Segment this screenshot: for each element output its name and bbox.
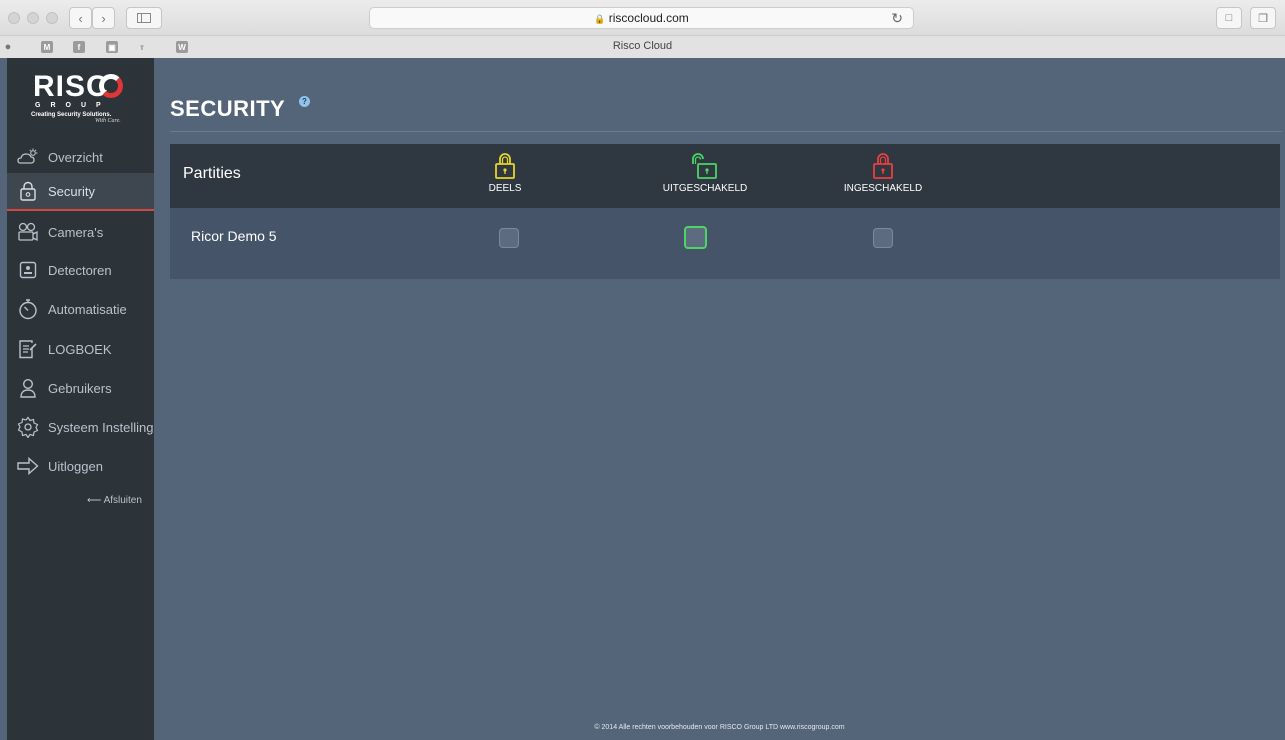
close-sidebar-link[interactable]: ⟵ Afsluiten xyxy=(87,495,142,506)
title-divider xyxy=(170,131,1282,132)
logo-group-text: GROUP xyxy=(35,102,111,109)
sidebar-item-label: Detectoren xyxy=(48,262,112,278)
partition-deels-checkbox[interactable] xyxy=(499,228,519,248)
zoom-window-button[interactable] xyxy=(46,12,58,24)
tabs-overview-button[interactable]: ❐ xyxy=(1250,7,1276,29)
cloud-sun-icon xyxy=(17,146,39,168)
partitions-header: Partities DEELS UITGESCHAKELD INGESCHAKE… xyxy=(170,144,1280,208)
partition-uitgeschakeld-checkbox[interactable] xyxy=(684,226,707,249)
sidebar-item-label: Automatisatie xyxy=(48,301,127,317)
logo-wordmark: RISC xyxy=(33,70,109,103)
reload-icon[interactable]: ↻ xyxy=(891,8,903,28)
minimize-window-button[interactable] xyxy=(27,12,39,24)
chevron-right-icon: › xyxy=(101,10,106,26)
sidebar-item-automatisatie[interactable]: Automatisatie xyxy=(7,290,154,328)
sidebar: RISC GROUP Creating Security Solutions. … xyxy=(7,58,154,740)
timer-icon xyxy=(17,298,39,320)
sidebar-item-cameras[interactable]: Camera's xyxy=(7,213,154,251)
state-label: DEELS xyxy=(488,183,522,194)
padlock-red-icon xyxy=(873,153,893,179)
logo-swirl-icon xyxy=(99,74,123,98)
url-text: riscocloud.com xyxy=(608,11,689,25)
partition-name: Ricor Demo 5 xyxy=(191,228,277,244)
footer-copyright: © 2014 Alle rechten voorbehouden voor RI… xyxy=(594,724,845,731)
sidebar-item-label: Security xyxy=(48,183,95,199)
state-deels-header[interactable]: DEELS xyxy=(480,152,530,194)
sidebar-item-gebruikers[interactable]: Gebruikers xyxy=(7,369,154,407)
sidebar-item-label: Uitloggen xyxy=(48,458,103,474)
logo-care-text: With Care. xyxy=(95,118,121,124)
sidebar-item-label: LOGBOEK xyxy=(48,341,112,357)
state-label: INGESCHAKELD xyxy=(843,183,923,194)
sidebar-icon xyxy=(137,13,151,23)
sidebar-item-overzicht[interactable]: Overzicht xyxy=(7,138,154,176)
lock-icon: 🔒 xyxy=(594,14,606,24)
state-label: UITGESCHAKELD xyxy=(662,183,748,194)
sidebar-item-label: Camera's xyxy=(48,224,104,240)
partitions-title: Partities xyxy=(183,165,241,182)
risco-logo[interactable]: RISC GROUP Creating Security Solutions. … xyxy=(7,58,154,136)
sidebar-item-detectoren[interactable]: Detectoren xyxy=(7,251,154,289)
tab-title: Risco Cloud xyxy=(612,40,673,52)
camera-icon xyxy=(17,221,39,243)
partition-ingeschakeld-checkbox[interactable] xyxy=(873,228,893,248)
padlock-yellow-icon xyxy=(495,153,515,179)
logout-arrow-icon xyxy=(17,455,39,477)
sidebar-toggle-button[interactable] xyxy=(126,7,162,29)
sidebar-item-label: Overzicht xyxy=(48,149,103,165)
share-icon: □ xyxy=(1225,12,1233,24)
detector-icon xyxy=(17,259,39,281)
main-content: SECURITY ? Partities DEELS UITGESCHAKELD… xyxy=(154,58,1285,740)
padlock-icon xyxy=(17,180,39,202)
bookmarks-bar: ● M f ▣ т W Risco Cloud xyxy=(0,35,1285,58)
page-title: SECURITY xyxy=(170,96,286,121)
sidebar-item-security[interactable]: Security xyxy=(7,173,154,211)
sidebar-item-label: Systeem Instellingen xyxy=(48,419,154,435)
state-uitgeschakeld-header[interactable]: UITGESCHAKELD xyxy=(650,152,760,194)
sidebar-item-label: Gebruikers xyxy=(48,380,112,396)
tabs-icon: ❐ xyxy=(1258,12,1268,25)
partitions-panel: Partities DEELS UITGESCHAKELD INGESCHAKE… xyxy=(170,144,1280,279)
close-window-button[interactable] xyxy=(8,12,20,24)
padlock-open-green-icon xyxy=(692,153,717,179)
sidebar-item-uitloggen[interactable]: Uitloggen xyxy=(7,447,154,485)
browser-toolbar: ‹ › 🔒 riscocloud.com ↻ □ ❐ xyxy=(0,0,1285,35)
back-button[interactable]: ‹ xyxy=(69,7,92,29)
state-ingeschakeld-header[interactable]: INGESCHAKELD xyxy=(838,152,928,194)
address-bar[interactable]: 🔒 riscocloud.com ↻ xyxy=(369,7,914,29)
logbook-icon xyxy=(17,338,39,360)
share-button[interactable]: □ xyxy=(1216,7,1242,29)
help-icon[interactable]: ? xyxy=(299,96,310,107)
browser-chrome: ‹ › 🔒 riscocloud.com ↻ □ ❐ ● M f ▣ т W R… xyxy=(0,0,1285,58)
user-icon xyxy=(17,377,39,399)
gear-icon xyxy=(17,416,39,438)
forward-button[interactable]: › xyxy=(92,7,115,29)
sidebar-item-systeem-instellingen[interactable]: Systeem Instellingen xyxy=(7,408,154,446)
chevron-left-icon: ‹ xyxy=(78,10,83,26)
sidebar-item-logboek[interactable]: LOGBOEK xyxy=(7,330,154,368)
